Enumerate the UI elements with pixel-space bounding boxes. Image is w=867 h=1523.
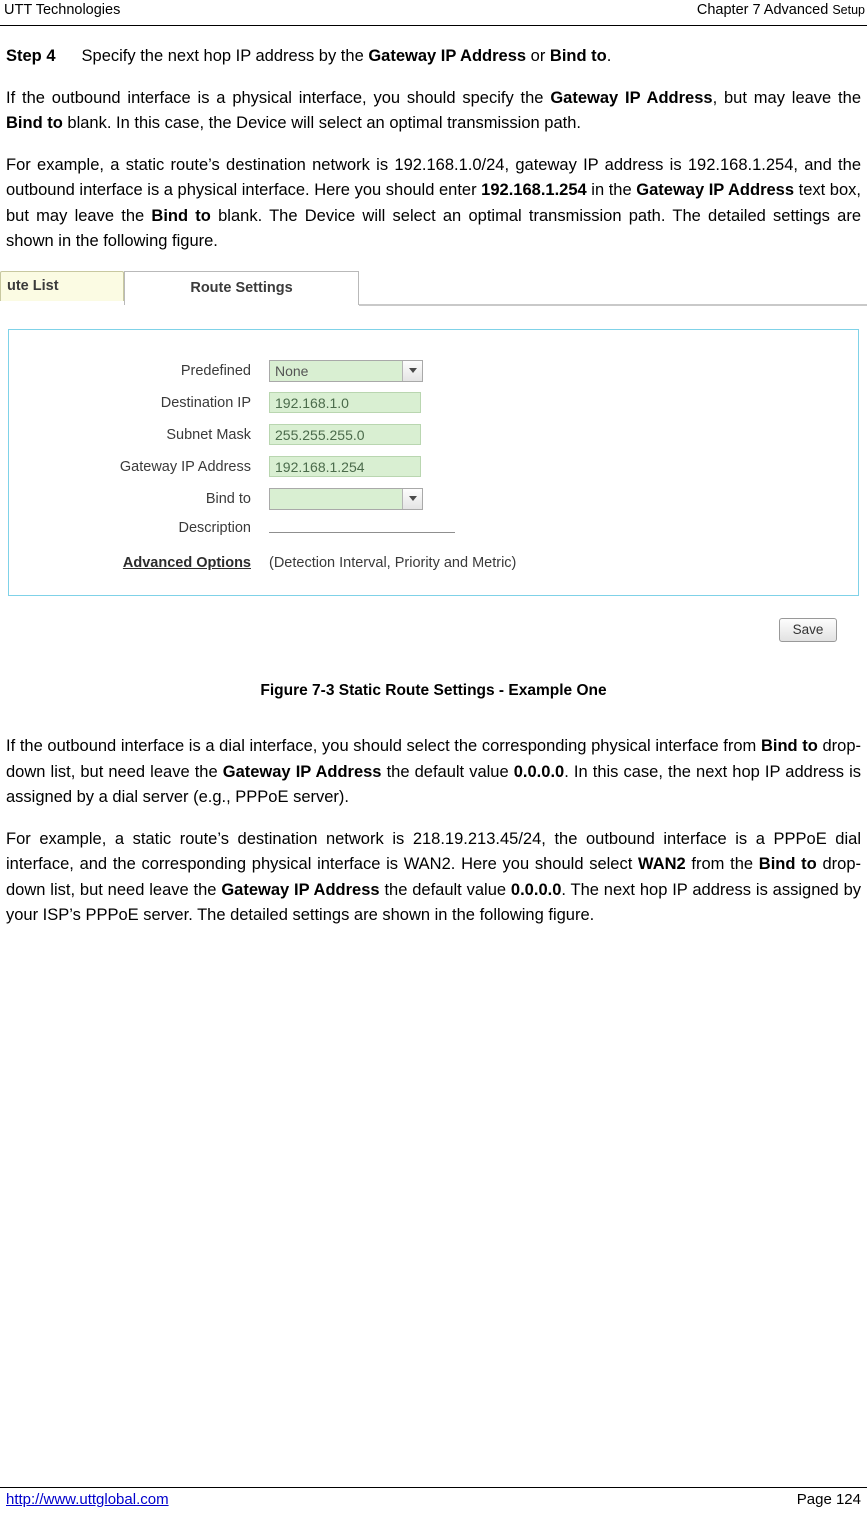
header-chapter-main: Chapter 7 Advanced <box>696 2 833 18</box>
footer-divider <box>0 1487 867 1488</box>
p1-t3: blank. In this case, the Device will sel… <box>62 114 581 133</box>
chevron-down-icon[interactable] <box>402 360 422 381</box>
select-predefined-value: None <box>275 362 309 379</box>
label-bind-to: Bind to <box>205 490 251 507</box>
label-destination-ip: Destination IP <box>160 394 251 411</box>
row-predefined: Predefined None <box>9 359 423 382</box>
step-4-bold-2: Bind to <box>549 47 607 65</box>
p1-t2: , but may leave the <box>712 88 861 107</box>
footer-page-number: Page 124 <box>796 1491 861 1508</box>
p3-t1: If the outbound interface is a dial inte… <box>6 736 761 755</box>
step-4-text-3: . <box>606 47 612 65</box>
paragraph-physical-interface: If the outbound interface is a physical … <box>6 86 861 137</box>
header-chapter: Chapter 7 Advanced Setup <box>697 2 865 18</box>
row-advanced-options: Advanced Options (Detection Interval, Pr… <box>9 552 517 574</box>
tab-route-list[interactable]: ute List <box>0 270 124 301</box>
page-header: UTT Technologies Chapter 7 Advanced Setu… <box>0 0 867 26</box>
figure-caption: Figure 7-3 Static Route Settings - Examp… <box>260 681 607 699</box>
p3-t3: the default value <box>381 762 514 781</box>
p4-b4: 0.0.0.0 <box>510 880 562 899</box>
step-4-line: Step 4 Specify the next hop IP address by… <box>6 44 861 70</box>
paragraph-example-two: For example, a static route’s destinatio… <box>6 827 861 929</box>
input-gateway-ip[interactable]: 192.168.1.254 <box>269 456 421 478</box>
row-gateway-ip: Gateway IP Address 192.168.1.254 <box>9 456 421 478</box>
p1-b2: Bind to <box>6 114 63 133</box>
figure-footer: Save <box>0 596 867 652</box>
p4-b2: Bind to <box>758 855 817 874</box>
step-4-bold-1: Gateway IP Address <box>368 47 527 65</box>
p3-b1: Bind to <box>760 736 818 755</box>
page-content: Step 4 Specify the next hop IP address by… <box>0 44 867 945</box>
label-subnet-mask: Subnet Mask <box>166 426 251 443</box>
figure-tab-bar: ute List Route Settings <box>0 270 867 307</box>
p1-b1: Gateway IP Address <box>550 88 713 107</box>
p3-b3: 0.0.0.0 <box>513 762 565 781</box>
p2-t2: in the <box>586 181 637 200</box>
step-4-label: Step 4 <box>6 47 56 65</box>
p1-t1: If the outbound interface is a physical … <box>6 88 551 107</box>
select-predefined[interactable]: None <box>269 359 423 382</box>
row-destination-ip: Destination IP 192.168.1.0 <box>9 392 421 414</box>
chevron-down-icon[interactable] <box>402 488 422 509</box>
header-company: UTT Technologies <box>4 2 121 18</box>
link-advanced-options[interactable]: Advanced Options <box>9 555 269 571</box>
paragraph-example-one: For example, a static route’s destinatio… <box>6 153 861 255</box>
page-footer: http://www.uttglobal.com Page 124 <box>0 1487 867 1515</box>
tab-bar-underline <box>359 303 867 306</box>
p4-b3: Gateway IP Address <box>221 880 380 899</box>
header-chapter-suffix: Setup <box>832 3 865 17</box>
step-4-text-2: or <box>526 47 550 65</box>
row-subnet-mask: Subnet Mask 255.255.255.0 <box>9 424 421 446</box>
p2-b3: Bind to <box>151 206 211 225</box>
row-bind-to: Bind to <box>9 487 423 510</box>
route-settings-panel: Predefined None Destination IP 192.168.1… <box>8 328 859 596</box>
p4-t2: from the <box>685 855 759 874</box>
header-divider <box>0 25 867 26</box>
input-description[interactable] <box>269 531 455 533</box>
label-predefined: Predefined <box>180 362 251 379</box>
select-bind-to[interactable] <box>269 487 423 510</box>
paragraph-dial-interface: If the outbound interface is a dial inte… <box>6 734 861 811</box>
p4-t4: the default value <box>379 880 511 899</box>
p3-b2: Gateway IP Address <box>222 762 382 781</box>
figure-7-3: ute List Route Settings Predefined None … <box>0 270 867 700</box>
save-button[interactable]: Save <box>779 617 837 642</box>
tab-route-settings[interactable]: Route Settings <box>124 270 359 305</box>
label-gateway-ip: Gateway IP Address <box>119 458 251 475</box>
input-subnet-mask[interactable]: 255.255.255.0 <box>269 424 421 446</box>
step-4-text-1: Specify the next hop IP address by the <box>81 47 369 65</box>
input-destination-ip[interactable]: 192.168.1.0 <box>269 392 421 414</box>
label-description: Description <box>178 519 251 536</box>
document-page: UTT Technologies Chapter 7 Advanced Setu… <box>0 0 867 1523</box>
p2-b2: Gateway IP Address <box>636 181 795 200</box>
p2-b1: 192.168.1.254 <box>481 181 587 200</box>
row-description: Description <box>9 520 455 542</box>
p4-b1: WAN2 <box>638 855 686 874</box>
advanced-options-note: (Detection Interval, Priority and Metric… <box>269 554 517 571</box>
footer-url-link[interactable]: http://www.uttglobal.com <box>6 1491 169 1508</box>
